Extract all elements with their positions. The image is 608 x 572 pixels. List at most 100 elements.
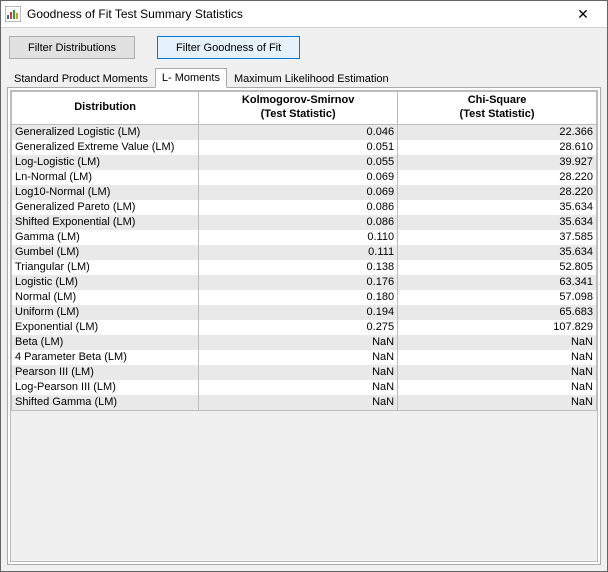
table-row[interactable]: Generalized Logistic (LM)0.04622.366 bbox=[12, 124, 597, 140]
cell-ks: 0.069 bbox=[199, 185, 398, 200]
table-row[interactable]: Gamma (LM)0.11037.585 bbox=[12, 230, 597, 245]
cell-distribution: Generalized Logistic (LM) bbox=[12, 124, 199, 140]
table-row[interactable]: Exponential (LM)0.275107.829 bbox=[12, 320, 597, 335]
cell-ks: 0.051 bbox=[199, 140, 398, 155]
table-row[interactable]: Generalized Extreme Value (LM)0.05128.61… bbox=[12, 140, 597, 155]
cell-chi-square: 52.805 bbox=[398, 260, 597, 275]
table-row[interactable]: 4 Parameter Beta (LM)NaNNaN bbox=[12, 350, 597, 365]
filter-distributions-button[interactable]: Filter Distributions bbox=[9, 36, 135, 59]
cell-distribution: Log-Pearson III (LM) bbox=[12, 380, 199, 395]
cell-chi-square: 37.585 bbox=[398, 230, 597, 245]
close-icon: ✕ bbox=[577, 6, 589, 23]
titlebar: Goodness of Fit Test Summary Statistics … bbox=[1, 1, 607, 28]
cell-chi-square: 35.634 bbox=[398, 245, 597, 260]
table-row[interactable]: Logistic (LM)0.17663.341 bbox=[12, 275, 597, 290]
tabstrip: Standard Product Moments L- Moments Maxi… bbox=[1, 67, 607, 87]
cell-distribution: Logistic (LM) bbox=[12, 275, 199, 290]
window-frame: Goodness of Fit Test Summary Statistics … bbox=[0, 0, 608, 572]
table-row[interactable]: Shifted Exponential (LM)0.08635.634 bbox=[12, 215, 597, 230]
window-title: Goodness of Fit Test Summary Statistics bbox=[27, 7, 563, 21]
cell-ks: NaN bbox=[199, 395, 398, 411]
cell-chi-square: NaN bbox=[398, 380, 597, 395]
cell-chi-square: 39.927 bbox=[398, 155, 597, 170]
tab-l-moments[interactable]: L- Moments bbox=[155, 68, 227, 88]
cell-chi-square: NaN bbox=[398, 365, 597, 380]
cell-ks: NaN bbox=[199, 350, 398, 365]
col-header-ks-line2: (Test Statistic) bbox=[261, 108, 336, 120]
cell-ks: 0.110 bbox=[199, 230, 398, 245]
cell-ks: 0.086 bbox=[199, 200, 398, 215]
cell-ks: 0.194 bbox=[199, 305, 398, 320]
cell-ks: 0.055 bbox=[199, 155, 398, 170]
cell-ks: NaN bbox=[199, 365, 398, 380]
col-header-distribution[interactable]: Distribution bbox=[12, 92, 199, 125]
app-icon bbox=[5, 6, 21, 22]
table-body: Generalized Logistic (LM)0.04622.366Gene… bbox=[12, 124, 597, 410]
cell-distribution: Log10-Normal (LM) bbox=[12, 185, 199, 200]
table-row[interactable]: Log10-Normal (LM)0.06928.220 bbox=[12, 185, 597, 200]
col-header-cs-line1: Chi-Square bbox=[468, 94, 527, 106]
cell-chi-square: 28.610 bbox=[398, 140, 597, 155]
cell-distribution: Gamma (LM) bbox=[12, 230, 199, 245]
cell-distribution: Shifted Gamma (LM) bbox=[12, 395, 199, 411]
col-header-ks-line1: Kolmogorov-Smirnov bbox=[242, 94, 354, 106]
cell-ks: 0.111 bbox=[199, 245, 398, 260]
cell-ks: 0.275 bbox=[199, 320, 398, 335]
cell-distribution: Triangular (LM) bbox=[12, 260, 199, 275]
table-row[interactable]: Beta (LM)NaNNaN bbox=[12, 335, 597, 350]
col-header-distribution-label: Distribution bbox=[74, 101, 136, 113]
table-row[interactable]: Normal (LM)0.18057.098 bbox=[12, 290, 597, 305]
tab-mle[interactable]: Maximum Likelihood Estimation bbox=[227, 69, 396, 88]
cell-distribution: Uniform (LM) bbox=[12, 305, 199, 320]
cell-chi-square: NaN bbox=[398, 350, 597, 365]
cell-chi-square: NaN bbox=[398, 335, 597, 350]
table-row[interactable]: Log-Logistic (LM)0.05539.927 bbox=[12, 155, 597, 170]
cell-ks: 0.069 bbox=[199, 170, 398, 185]
cell-ks: 0.138 bbox=[199, 260, 398, 275]
cell-ks: NaN bbox=[199, 380, 398, 395]
filter-goodness-button[interactable]: Filter Goodness of Fit bbox=[157, 36, 300, 59]
cell-ks: 0.176 bbox=[199, 275, 398, 290]
cell-chi-square: 35.634 bbox=[398, 200, 597, 215]
toolbar: Filter Distributions Filter Goodness of … bbox=[1, 28, 607, 63]
table-row[interactable]: Uniform (LM)0.19465.683 bbox=[12, 305, 597, 320]
col-header-ks[interactable]: Kolmogorov-Smirnov (Test Statistic) bbox=[199, 92, 398, 125]
cell-distribution: Shifted Exponential (LM) bbox=[12, 215, 199, 230]
cell-distribution: 4 Parameter Beta (LM) bbox=[12, 350, 199, 365]
stats-table: Distribution Kolmogorov-Smirnov (Test St… bbox=[11, 91, 597, 411]
cell-chi-square: NaN bbox=[398, 395, 597, 411]
tab-content: Distribution Kolmogorov-Smirnov (Test St… bbox=[7, 87, 601, 565]
cell-distribution: Pearson III (LM) bbox=[12, 365, 199, 380]
table-row[interactable]: Shifted Gamma (LM)NaNNaN bbox=[12, 395, 597, 411]
cell-ks: 0.086 bbox=[199, 215, 398, 230]
cell-distribution: Normal (LM) bbox=[12, 290, 199, 305]
cell-chi-square: 35.634 bbox=[398, 215, 597, 230]
table-row[interactable]: Generalized Pareto (LM)0.08635.634 bbox=[12, 200, 597, 215]
cell-chi-square: 28.220 bbox=[398, 170, 597, 185]
tab-standard-product-moments[interactable]: Standard Product Moments bbox=[7, 69, 155, 88]
cell-chi-square: 28.220 bbox=[398, 185, 597, 200]
cell-distribution: Log-Logistic (LM) bbox=[12, 155, 199, 170]
cell-ks: 0.046 bbox=[199, 124, 398, 140]
cell-distribution: Gumbel (LM) bbox=[12, 245, 199, 260]
table-row[interactable]: Log-Pearson III (LM)NaNNaN bbox=[12, 380, 597, 395]
table-row[interactable]: Triangular (LM)0.13852.805 bbox=[12, 260, 597, 275]
col-header-chi-square[interactable]: Chi-Square (Test Statistic) bbox=[398, 92, 597, 125]
cell-chi-square: 22.366 bbox=[398, 124, 597, 140]
cell-distribution: Generalized Extreme Value (LM) bbox=[12, 140, 199, 155]
table-row[interactable]: Ln-Normal (LM)0.06928.220 bbox=[12, 170, 597, 185]
table-row[interactable]: Pearson III (LM)NaNNaN bbox=[12, 365, 597, 380]
close-button[interactable]: ✕ bbox=[563, 2, 603, 26]
col-header-cs-line2: (Test Statistic) bbox=[460, 108, 535, 120]
cell-distribution: Generalized Pareto (LM) bbox=[12, 200, 199, 215]
cell-distribution: Beta (LM) bbox=[12, 335, 199, 350]
cell-ks: 0.180 bbox=[199, 290, 398, 305]
cell-distribution: Ln-Normal (LM) bbox=[12, 170, 199, 185]
cell-chi-square: 65.683 bbox=[398, 305, 597, 320]
table-wrap[interactable]: Distribution Kolmogorov-Smirnov (Test St… bbox=[10, 90, 598, 562]
cell-chi-square: 63.341 bbox=[398, 275, 597, 290]
cell-distribution: Exponential (LM) bbox=[12, 320, 199, 335]
cell-ks: NaN bbox=[199, 335, 398, 350]
cell-chi-square: 107.829 bbox=[398, 320, 597, 335]
table-row[interactable]: Gumbel (LM)0.11135.634 bbox=[12, 245, 597, 260]
